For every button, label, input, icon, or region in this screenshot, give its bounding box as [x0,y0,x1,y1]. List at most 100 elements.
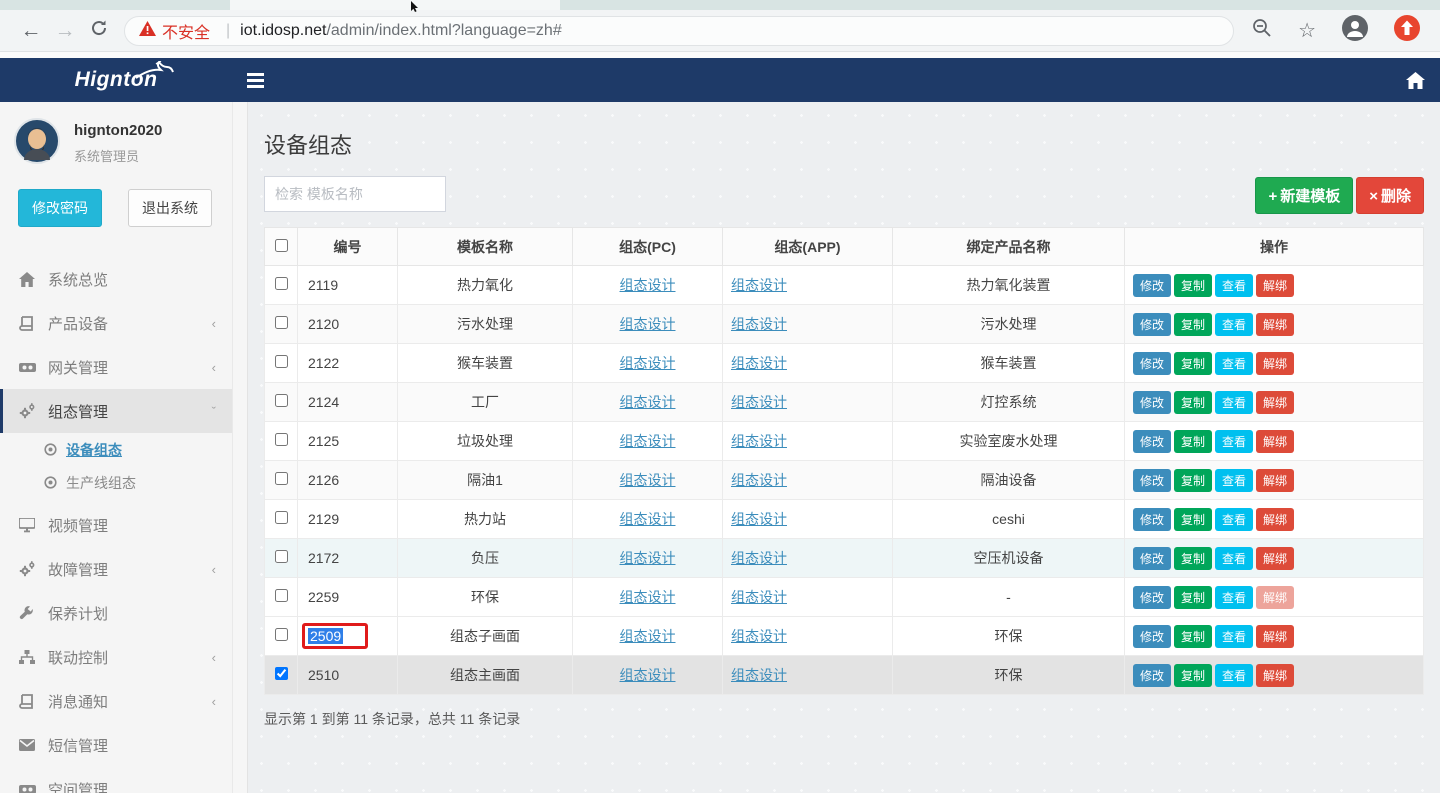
app-config-link[interactable]: 组态设计 [731,355,787,371]
unbind-button[interactable]: 解绑 [1256,430,1294,453]
view-button[interactable]: 查看 [1215,352,1253,375]
pc-config-link[interactable]: 组态设计 [620,589,676,605]
view-button[interactable]: 查看 [1215,430,1253,453]
pc-config-link[interactable]: 组态设计 [620,277,676,293]
row-checkbox[interactable] [275,511,288,524]
unbind-button[interactable]: 解绑 [1256,625,1294,648]
user-avatar[interactable] [14,118,60,169]
edit-button[interactable]: 修改 [1133,586,1171,609]
view-button[interactable]: 查看 [1215,469,1253,492]
copy-button[interactable]: 复制 [1174,352,1212,375]
sidebar-item[interactable]: 产品设备‹ [0,301,232,345]
change-password-button[interactable]: 修改密码 [18,189,102,227]
brand-logo[interactable]: Hignton [0,58,232,102]
app-config-link[interactable]: 组态设计 [731,433,787,449]
app-config-link[interactable]: 组态设计 [731,472,787,488]
browser-update-icon[interactable] [1394,15,1420,46]
unbind-button[interactable]: 解绑 [1256,508,1294,531]
copy-button[interactable]: 复制 [1174,430,1212,453]
row-checkbox[interactable] [275,628,288,641]
view-button[interactable]: 查看 [1215,313,1253,336]
edit-button[interactable]: 修改 [1133,547,1171,570]
view-button[interactable]: 查看 [1215,508,1253,531]
app-config-link[interactable]: 组态设计 [731,277,787,293]
edit-button[interactable]: 修改 [1133,274,1171,297]
sidebar-item[interactable]: 短信管理 [0,723,232,767]
sidebar-toggle-icon[interactable] [232,58,278,102]
sidebar-item[interactable]: 消息通知‹ [0,679,232,723]
bookmark-star-icon[interactable]: ☆ [1298,18,1316,43]
edit-button[interactable]: 修改 [1133,391,1171,414]
copy-button[interactable]: 复制 [1174,391,1212,414]
sidebar-item[interactable]: 视频管理 [0,503,232,547]
sidebar-item[interactable]: 系统总览 [0,257,232,301]
unbind-button[interactable]: 解绑 [1256,274,1294,297]
edit-button[interactable]: 修改 [1133,313,1171,336]
security-label[interactable]: 不安全 [162,19,210,43]
pc-config-link[interactable]: 组态设计 [620,628,676,644]
back-button[interactable]: ← [14,19,48,43]
sidebar-item[interactable]: 保养计划 [0,591,232,635]
sidebar-item[interactable]: 组态管理ˇ [0,389,232,433]
unbind-button[interactable]: 解绑 [1256,469,1294,492]
sidebar-item[interactable]: 网关管理‹ [0,345,232,389]
sidebar-item[interactable]: 故障管理‹ [0,547,232,591]
row-checkbox[interactable] [275,550,288,563]
pc-config-link[interactable]: 组态设计 [620,433,676,449]
row-checkbox[interactable] [275,472,288,485]
copy-button[interactable]: 复制 [1174,274,1212,297]
app-config-link[interactable]: 组态设计 [731,550,787,566]
edit-button[interactable]: 修改 [1133,430,1171,453]
sidebar-scrollbar[interactable] [232,102,248,793]
copy-button[interactable]: 复制 [1174,586,1212,609]
view-button[interactable]: 查看 [1215,274,1253,297]
copy-button[interactable]: 复制 [1174,547,1212,570]
view-button[interactable]: 查看 [1215,664,1253,687]
row-checkbox[interactable] [275,589,288,602]
zoom-out-icon[interactable] [1252,18,1272,43]
pc-config-link[interactable]: 组态设计 [620,316,676,332]
unbind-button[interactable]: 解绑 [1256,352,1294,375]
view-button[interactable]: 查看 [1215,625,1253,648]
row-checkbox[interactable] [275,277,288,290]
pc-config-link[interactable]: 组态设计 [620,394,676,410]
edit-button[interactable]: 修改 [1133,664,1171,687]
unbind-button[interactable]: 解绑 [1256,547,1294,570]
copy-button[interactable]: 复制 [1174,625,1212,648]
address-bar[interactable]: 不安全 | iot.idosp.net/admin/index.html?lan… [124,16,1234,46]
edit-button[interactable]: 修改 [1133,508,1171,531]
app-config-link[interactable]: 组态设计 [731,628,787,644]
row-checkbox[interactable] [275,394,288,407]
row-checkbox[interactable] [275,433,288,446]
row-checkbox[interactable] [275,355,288,368]
pc-config-link[interactable]: 组态设计 [620,511,676,527]
app-config-link[interactable]: 组态设计 [731,667,787,683]
unbind-button[interactable]: 解绑 [1256,313,1294,336]
copy-button[interactable]: 复制 [1174,508,1212,531]
row-checkbox[interactable] [275,316,288,329]
unbind-button[interactable]: 解绑 [1256,664,1294,687]
row-checkbox[interactable] [275,667,288,680]
pc-config-link[interactable]: 组态设计 [620,667,676,683]
home-icon[interactable] [1390,58,1440,102]
edit-button[interactable]: 修改 [1133,625,1171,648]
copy-button[interactable]: 复制 [1174,313,1212,336]
pc-config-link[interactable]: 组态设计 [620,355,676,371]
search-input[interactable] [264,176,446,212]
sidebar-subitem[interactable]: 生产线组态 [0,466,232,499]
view-button[interactable]: 查看 [1215,391,1253,414]
unbind-button[interactable]: 解绑 [1256,391,1294,414]
sidebar-item[interactable]: 联动控制‹ [0,635,232,679]
sidebar-subitem[interactable]: 设备组态 [0,433,232,466]
profile-avatar-icon[interactable] [1342,15,1368,46]
edit-button[interactable]: 修改 [1133,352,1171,375]
app-config-link[interactable]: 组态设计 [731,316,787,332]
forward-button[interactable]: → [48,19,82,43]
new-template-button[interactable]: +新建模板 [1255,177,1353,214]
app-config-link[interactable]: 组态设计 [731,394,787,410]
pc-config-link[interactable]: 组态设计 [620,550,676,566]
pc-config-link[interactable]: 组态设计 [620,472,676,488]
sidebar-item[interactable]: 空间管理 [0,767,232,793]
unbind-button[interactable]: 解绑 [1256,586,1294,609]
app-config-link[interactable]: 组态设计 [731,511,787,527]
